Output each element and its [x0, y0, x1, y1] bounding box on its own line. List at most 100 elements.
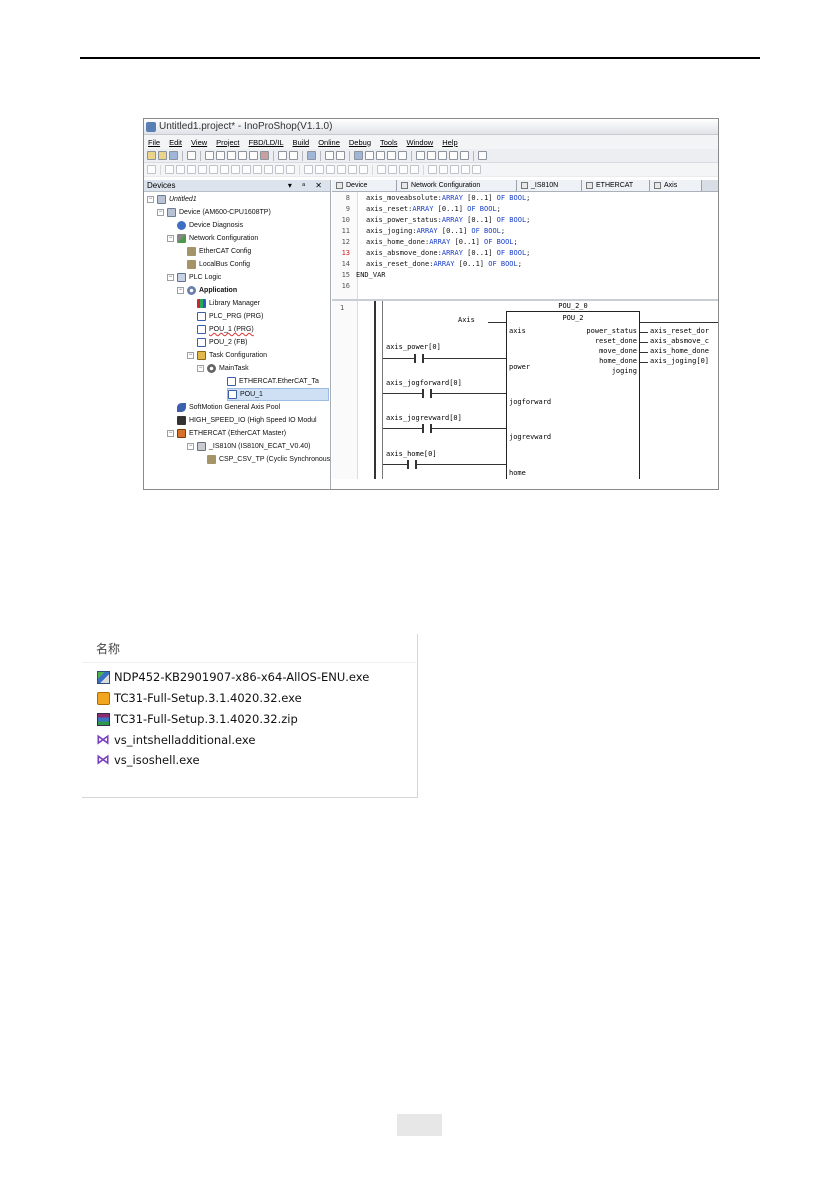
- watch-icon[interactable]: [460, 151, 469, 160]
- run-icon[interactable]: [376, 151, 385, 160]
- tree-item-network-configuration[interactable]: − Network Configuration: [167, 232, 258, 245]
- menu-help[interactable]: Help: [442, 138, 457, 147]
- copy-icon[interactable]: [238, 151, 247, 160]
- ladder-tool-icon[interactable]: [220, 165, 229, 174]
- login-icon[interactable]: [354, 151, 363, 160]
- menu-build[interactable]: Build: [293, 138, 310, 147]
- step-into-icon[interactable]: [427, 151, 436, 160]
- tree-item-task-configuration[interactable]: − Task Configuration: [187, 349, 267, 362]
- step-out-icon[interactable]: [438, 151, 447, 160]
- function-block-pou-2[interactable]: POU_2 axis power jogforward jogrevward h…: [506, 311, 640, 479]
- options-icon[interactable]: [478, 151, 487, 160]
- file-item[interactable]: TC31-Full-Setup.3.1.4020.32.exe: [96, 689, 302, 707]
- menu-debug[interactable]: Debug: [349, 138, 371, 147]
- ladder-tool-icon[interactable]: [472, 165, 481, 174]
- ladder-tool-icon[interactable]: [198, 165, 207, 174]
- ladder-tool-icon[interactable]: [388, 165, 397, 174]
- ladder-tool-icon[interactable]: [147, 165, 156, 174]
- tree-item-high-speed-io[interactable]: HIGH_SPEED_IO (High Speed IO Modul: [177, 414, 317, 427]
- ladder-tool-icon[interactable]: [242, 165, 251, 174]
- ladder-tool-icon[interactable]: [450, 165, 459, 174]
- tree-item-plc-prg[interactable]: PLC_PRG (PRG): [197, 310, 263, 323]
- menu-window[interactable]: Window: [407, 138, 434, 147]
- step-over-icon[interactable]: [416, 151, 425, 160]
- tree-item-ethercat-master[interactable]: − ETHERCAT (EtherCAT Master): [167, 427, 286, 440]
- file-item[interactable]: ⋈ vs_intshelladditional.exe: [96, 731, 255, 749]
- tab-is810n[interactable]: _IS810N: [517, 180, 582, 191]
- collapse-icon[interactable]: −: [167, 235, 174, 242]
- collapse-icon[interactable]: −: [147, 196, 154, 203]
- ladder-tool-icon[interactable]: [304, 165, 313, 174]
- tab-network-configuration[interactable]: Network Configuration: [397, 180, 517, 191]
- menu-view[interactable]: View: [191, 138, 207, 147]
- ladder-tool-icon[interactable]: [264, 165, 273, 174]
- tab-device[interactable]: Device: [332, 180, 397, 191]
- file-item[interactable]: NDP452-KB2901907-x86-x64-AllOS-ENU.exe: [96, 668, 369, 686]
- ladder-tool-icon[interactable]: [253, 165, 262, 174]
- ladder-tool-icon[interactable]: [326, 165, 335, 174]
- replace-icon[interactable]: [289, 151, 298, 160]
- ladder-tool-icon[interactable]: [231, 165, 240, 174]
- contact-variable[interactable]: axis_home[0]: [386, 450, 437, 458]
- collapse-icon[interactable]: −: [167, 274, 174, 281]
- ladder-tool-icon[interactable]: [187, 165, 196, 174]
- column-header-name[interactable]: 名称: [96, 640, 120, 657]
- tree-item-localbus-config[interactable]: LocalBus Config: [187, 258, 250, 271]
- output-variable[interactable]: axis_home_done: [650, 347, 709, 355]
- properties-icon[interactable]: [336, 151, 345, 160]
- delete-icon[interactable]: [260, 151, 269, 160]
- contact-power[interactable]: [414, 354, 424, 363]
- file-item[interactable]: TC31-Full-Setup.3.1.4020.32.zip: [96, 710, 298, 728]
- menu-edit[interactable]: Edit: [169, 138, 182, 147]
- tree-item-application[interactable]: − Application: [177, 284, 237, 297]
- tab-ethercat[interactable]: ETHERCAT: [582, 180, 650, 191]
- ladder-tool-icon[interactable]: [399, 165, 408, 174]
- menu-project[interactable]: Project: [216, 138, 239, 147]
- find-icon[interactable]: [278, 151, 287, 160]
- output-variable[interactable]: axis_absmove_c: [650, 337, 709, 345]
- contact-home[interactable]: [407, 460, 417, 469]
- tree-item-is810n[interactable]: − _IS810N (IS810N_ECAT_V0.40): [187, 440, 310, 453]
- ladder-tool-icon[interactable]: [410, 165, 419, 174]
- breakpoint-icon[interactable]: [449, 151, 458, 160]
- ladder-tool-icon[interactable]: [315, 165, 324, 174]
- cut-icon[interactable]: [227, 151, 236, 160]
- axis-input-variable[interactable]: Axis: [458, 316, 475, 324]
- fb-instance-name[interactable]: POU_2_0: [506, 302, 640, 310]
- ladder-tool-icon[interactable]: [165, 165, 174, 174]
- build-icon[interactable]: [307, 151, 316, 160]
- ladder-tool-icon[interactable]: [337, 165, 346, 174]
- collapse-icon[interactable]: −: [187, 443, 194, 450]
- ladder-editor[interactable]: 1 POU_2_0 POU_2 axis power jogforward jo…: [332, 301, 718, 479]
- panel-controls[interactable]: ▾ ᵃ ✕: [288, 181, 330, 190]
- ladder-tool-icon[interactable]: [275, 165, 284, 174]
- ladder-tool-icon[interactable]: [377, 165, 386, 174]
- declaration-editor[interactable]: 8 axis_moveabsolute:ARRAY [0..1] OF BOOL;…: [332, 192, 718, 301]
- ladder-tool-icon[interactable]: [209, 165, 218, 174]
- paste-icon[interactable]: [249, 151, 258, 160]
- contact-jogrevward[interactable]: [422, 424, 432, 433]
- redo-icon[interactable]: [216, 151, 225, 160]
- tree-item-pou-1[interactable]: POU_1 (PRG): [197, 323, 254, 336]
- logout-icon[interactable]: [365, 151, 374, 160]
- tree-item-ethercat-config[interactable]: EtherCAT Config: [187, 245, 251, 258]
- save-icon[interactable]: [169, 151, 178, 160]
- contact-variable[interactable]: axis_power[0]: [386, 343, 441, 351]
- output-variable[interactable]: axis_joging[0]: [650, 357, 709, 365]
- contact-variable[interactable]: axis_jogrevward[0]: [386, 414, 462, 422]
- reset-icon[interactable]: [398, 151, 407, 160]
- tree-item-maintask[interactable]: − MainTask: [197, 362, 249, 375]
- tree-item-pou-1-task[interactable]: POU_1: [227, 388, 329, 401]
- collapse-icon[interactable]: −: [167, 430, 174, 437]
- ladder-tool-icon[interactable]: [359, 165, 368, 174]
- ladder-tool-icon[interactable]: [461, 165, 470, 174]
- tree-item-device[interactable]: − Device (AM600-CPU1608TP): [157, 206, 271, 219]
- menu-online[interactable]: Online: [318, 138, 340, 147]
- menu-file[interactable]: File: [148, 138, 160, 147]
- tree-item-library-manager[interactable]: Library Manager: [197, 297, 260, 310]
- stop-icon[interactable]: [387, 151, 396, 160]
- menu-tools[interactable]: Tools: [380, 138, 398, 147]
- tree-item-plc-logic[interactable]: − PLC Logic: [167, 271, 221, 284]
- ladder-tool-icon[interactable]: [286, 165, 295, 174]
- contact-variable[interactable]: axis_jogforward[0]: [386, 379, 462, 387]
